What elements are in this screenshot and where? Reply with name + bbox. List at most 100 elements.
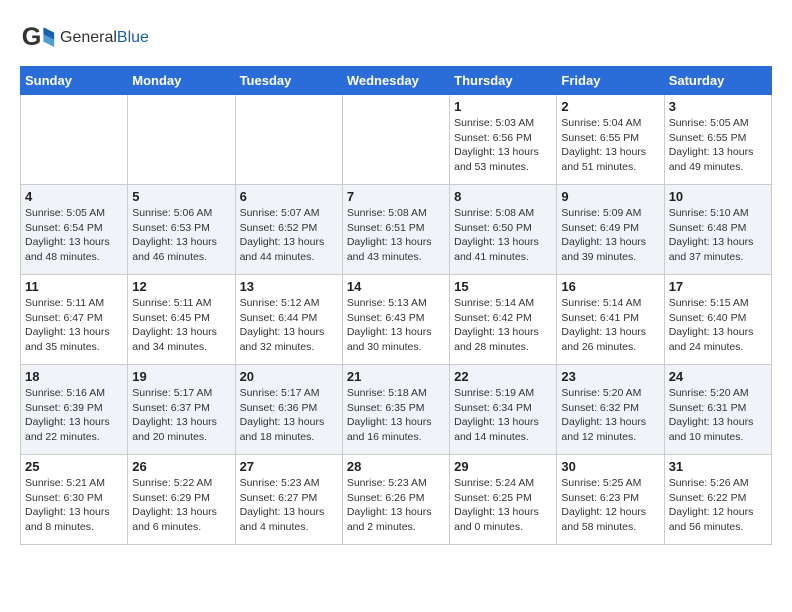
calendar-cell: 3 Sunrise: 5:05 AM Sunset: 6:55 PM Daylig… [664, 95, 771, 185]
day-info: Sunrise: 5:12 AM Sunset: 6:44 PM Dayligh… [240, 296, 338, 355]
day-info: Sunrise: 5:18 AM Sunset: 6:35 PM Dayligh… [347, 386, 445, 445]
logo-general-text: General [60, 29, 117, 46]
calendar-cell: 26 Sunrise: 5:22 AM Sunset: 6:29 PM Dayli… [128, 455, 235, 545]
weekday-header-row: SundayMondayTuesdayWednesdayThursdayFrid… [21, 67, 772, 95]
day-info: Sunrise: 5:10 AM Sunset: 6:48 PM Dayligh… [669, 206, 767, 265]
calendar-week-row: 1 Sunrise: 5:03 AM Sunset: 6:56 PM Daylig… [21, 95, 772, 185]
calendar-week-row: 25 Sunrise: 5:21 AM Sunset: 6:30 PM Dayli… [21, 455, 772, 545]
day-number: 7 [347, 189, 445, 204]
calendar-cell: 14Sunrise: 5:13 AM Sunset: 6:43 PM Dayli… [342, 275, 449, 365]
day-number: 25 [25, 459, 123, 474]
calendar-cell [342, 95, 449, 185]
calendar-cell: 4 Sunrise: 5:05 AM Sunset: 6:54 PM Daylig… [21, 185, 128, 275]
weekday-header-sunday: Sunday [21, 67, 128, 95]
day-number: 31 [669, 459, 767, 474]
day-number: 5 [132, 189, 230, 204]
day-number: 16 [561, 279, 659, 294]
day-number: 4 [25, 189, 123, 204]
calendar-cell: 21 Sunrise: 5:18 AM Sunset: 6:35 PM Dayli… [342, 365, 449, 455]
day-number: 3 [669, 99, 767, 114]
calendar-cell: 27 Sunrise: 5:23 AM Sunset: 6:27 PM Dayli… [235, 455, 342, 545]
calendar-cell: 1 Sunrise: 5:03 AM Sunset: 6:56 PM Daylig… [450, 95, 557, 185]
day-info: Sunrise: 5:24 AM Sunset: 6:25 PM Dayligh… [454, 476, 552, 535]
day-info: Sunrise: 5:11 AM Sunset: 6:45 PM Dayligh… [132, 296, 230, 355]
logo: G GeneralBlue [20, 20, 149, 56]
day-number: 18 [25, 369, 123, 384]
day-info: Sunrise: 5:08 AM Sunset: 6:51 PM Dayligh… [347, 206, 445, 265]
day-info: Sunrise: 5:08 AM Sunset: 6:50 PM Dayligh… [454, 206, 552, 265]
day-number: 30 [561, 459, 659, 474]
calendar-cell: 12 Sunrise: 5:11 AM Sunset: 6:45 PM Dayli… [128, 275, 235, 365]
day-info: Sunrise: 5:23 AM Sunset: 6:27 PM Dayligh… [240, 476, 338, 535]
day-number: 28 [347, 459, 445, 474]
day-info: Sunrise: 5:05 AM Sunset: 6:55 PM Dayligh… [669, 116, 767, 175]
calendar-week-row: 11 Sunrise: 5:11 AM Sunset: 6:47 PM Dayli… [21, 275, 772, 365]
day-number: 13 [240, 279, 338, 294]
day-info: Sunrise: 5:09 AM Sunset: 6:49 PM Dayligh… [561, 206, 659, 265]
day-number: 17 [669, 279, 767, 294]
weekday-header-monday: Monday [128, 67, 235, 95]
day-info: Sunrise: 5:19 AM Sunset: 6:34 PM Dayligh… [454, 386, 552, 445]
calendar-cell: 25 Sunrise: 5:21 AM Sunset: 6:30 PM Dayli… [21, 455, 128, 545]
calendar-cell: 2Sunrise: 5:04 AM Sunset: 6:55 PM Daylig… [557, 95, 664, 185]
calendar-cell: 23Sunrise: 5:20 AM Sunset: 6:32 PM Dayli… [557, 365, 664, 455]
calendar-cell [21, 95, 128, 185]
day-number: 20 [240, 369, 338, 384]
svg-text:G: G [22, 23, 42, 51]
day-number: 22 [454, 369, 552, 384]
day-number: 21 [347, 369, 445, 384]
day-number: 8 [454, 189, 552, 204]
day-number: 6 [240, 189, 338, 204]
calendar-cell: 29 Sunrise: 5:24 AM Sunset: 6:25 PM Dayli… [450, 455, 557, 545]
day-info: Sunrise: 5:05 AM Sunset: 6:54 PM Dayligh… [25, 206, 123, 265]
day-info: Sunrise: 5:26 AM Sunset: 6:22 PM Dayligh… [669, 476, 767, 535]
weekday-header-thursday: Thursday [450, 67, 557, 95]
day-number: 27 [240, 459, 338, 474]
day-info: Sunrise: 5:23 AM Sunset: 6:26 PM Dayligh… [347, 476, 445, 535]
day-number: 1 [454, 99, 552, 114]
day-info: Sunrise: 5:07 AM Sunset: 6:52 PM Dayligh… [240, 206, 338, 265]
day-info: Sunrise: 5:14 AM Sunset: 6:41 PM Dayligh… [561, 296, 659, 355]
day-number: 11 [25, 279, 123, 294]
day-info: Sunrise: 5:15 AM Sunset: 6:40 PM Dayligh… [669, 296, 767, 355]
day-number: 15 [454, 279, 552, 294]
day-info: Sunrise: 5:03 AM Sunset: 6:56 PM Dayligh… [454, 116, 552, 175]
day-number: 14 [347, 279, 445, 294]
day-number: 12 [132, 279, 230, 294]
calendar-cell: 28 Sunrise: 5:23 AM Sunset: 6:26 PM Dayli… [342, 455, 449, 545]
weekday-header-friday: Friday [557, 67, 664, 95]
calendar-cell: 30 Sunrise: 5:25 AM Sunset: 6:23 PM Dayli… [557, 455, 664, 545]
day-info: Sunrise: 5:11 AM Sunset: 6:47 PM Dayligh… [25, 296, 123, 355]
day-info: Sunrise: 5:16 AM Sunset: 6:39 PM Dayligh… [25, 386, 123, 445]
logo-blue-text: Blue [117, 29, 149, 46]
calendar-cell: 17 Sunrise: 5:15 AM Sunset: 6:40 PM Dayli… [664, 275, 771, 365]
day-info: Sunrise: 5:25 AM Sunset: 6:23 PM Dayligh… [561, 476, 659, 535]
calendar-cell [235, 95, 342, 185]
calendar-cell [128, 95, 235, 185]
calendar-cell: 5 Sunrise: 5:06 AM Sunset: 6:53 PM Daylig… [128, 185, 235, 275]
logo-icon: G [20, 20, 56, 56]
day-number: 9 [561, 189, 659, 204]
day-number: 26 [132, 459, 230, 474]
day-number: 24 [669, 369, 767, 384]
calendar-cell: 31 Sunrise: 5:26 AM Sunset: 6:22 PM Dayli… [664, 455, 771, 545]
calendar-cell: 22 Sunrise: 5:19 AM Sunset: 6:34 PM Dayli… [450, 365, 557, 455]
calendar-cell: 6 Sunrise: 5:07 AM Sunset: 6:52 PM Daylig… [235, 185, 342, 275]
page-header: G GeneralBlue [20, 20, 772, 56]
calendar-cell: 11 Sunrise: 5:11 AM Sunset: 6:47 PM Dayli… [21, 275, 128, 365]
day-number: 10 [669, 189, 767, 204]
weekday-header-tuesday: Tuesday [235, 67, 342, 95]
day-number: 23 [561, 369, 659, 384]
calendar-table: SundayMondayTuesdayWednesdayThursdayFrid… [20, 66, 772, 545]
calendar-cell: 20 Sunrise: 5:17 AM Sunset: 6:36 PM Dayli… [235, 365, 342, 455]
calendar-cell: 8 Sunrise: 5:08 AM Sunset: 6:50 PM Daylig… [450, 185, 557, 275]
day-info: Sunrise: 5:06 AM Sunset: 6:53 PM Dayligh… [132, 206, 230, 265]
day-info: Sunrise: 5:14 AM Sunset: 6:42 PM Dayligh… [454, 296, 552, 355]
calendar-cell: 10 Sunrise: 5:10 AM Sunset: 6:48 PM Dayli… [664, 185, 771, 275]
day-number: 29 [454, 459, 552, 474]
calendar-week-row: 4 Sunrise: 5:05 AM Sunset: 6:54 PM Daylig… [21, 185, 772, 275]
day-info: Sunrise: 5:21 AM Sunset: 6:30 PM Dayligh… [25, 476, 123, 535]
day-info: Sunrise: 5:17 AM Sunset: 6:36 PM Dayligh… [240, 386, 338, 445]
calendar-cell: 15 Sunrise: 5:14 AM Sunset: 6:42 PM Dayli… [450, 275, 557, 365]
day-info: Sunrise: 5:22 AM Sunset: 6:29 PM Dayligh… [132, 476, 230, 535]
